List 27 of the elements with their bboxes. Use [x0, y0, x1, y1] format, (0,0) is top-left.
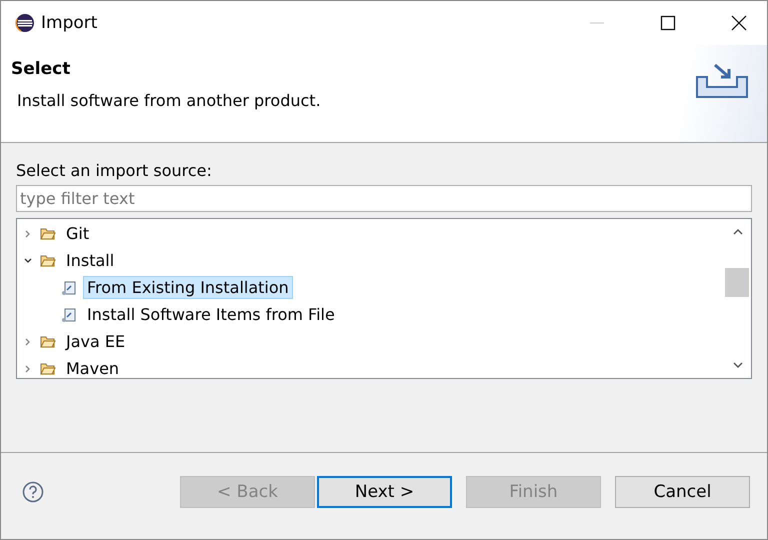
folder-icon: [40, 226, 56, 240]
tree-item[interactable]: Git: [62, 222, 94, 245]
tree-item[interactable]: Maven: [62, 357, 124, 378]
scroll-up-icon[interactable]: [733, 227, 743, 237]
tree-item[interactable]: Java EE: [62, 330, 130, 353]
help-icon[interactable]: [22, 481, 44, 503]
tree-item[interactable]: From Existing Installation: [83, 276, 293, 299]
tree-item[interactable]: Install: [62, 249, 118, 272]
folder-icon: [40, 334, 56, 348]
folder-icon: [40, 362, 56, 376]
scroll-down-icon[interactable]: [733, 360, 743, 370]
scroll-thumb[interactable]: [725, 268, 749, 297]
maximize-icon[interactable]: [660, 15, 676, 31]
dialog-button[interactable]: Cancel: [615, 476, 750, 508]
close-icon[interactable]: [731, 15, 747, 31]
folder-icon: [40, 254, 56, 268]
eclipse-icon: [15, 13, 35, 33]
filter-field[interactable]: type filter text: [16, 185, 752, 212]
installer-icon: [61, 306, 77, 322]
window-title: Import: [41, 13, 98, 33]
page-title: Select: [11, 59, 72, 79]
dialog-button[interactable]: Next >: [317, 476, 452, 508]
page-description: Install software from another product.: [16, 91, 321, 110]
source-label: Select an import source:: [16, 161, 213, 180]
import-tray-icon: [695, 61, 749, 101]
tree-item[interactable]: Install Software Items from File: [83, 303, 339, 326]
installer-icon: [61, 280, 77, 296]
